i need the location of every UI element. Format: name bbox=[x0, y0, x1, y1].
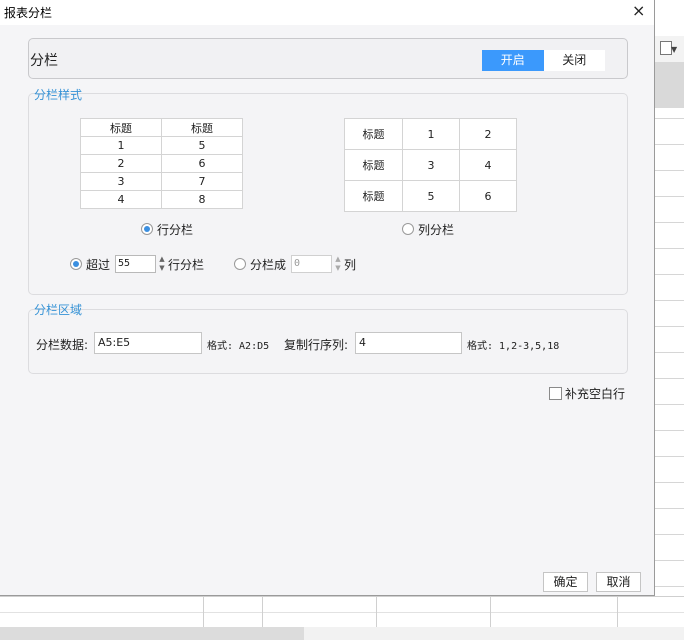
table-cell: 4 bbox=[80, 190, 162, 209]
row-split-radio[interactable] bbox=[141, 223, 153, 235]
table-cell: 标题 bbox=[344, 118, 403, 150]
table-cell: 标题 bbox=[80, 118, 162, 137]
col-split-radio[interactable] bbox=[402, 223, 414, 235]
dialog-title: 报表分栏 bbox=[4, 6, 53, 20]
fill-blank-label: 补充空白行 bbox=[565, 387, 626, 401]
spin-arrows-icon[interactable]: ▲ ▼ bbox=[333, 255, 343, 273]
row-split-preview-table: 标题 标题 15 26 37 48 bbox=[80, 118, 243, 209]
ok-button[interactable]: 确定 bbox=[543, 572, 588, 592]
copy-rows-format: 格式: 1,2-3,5,18 bbox=[467, 341, 560, 352]
table-cell: 6 bbox=[161, 154, 243, 173]
table-cell: 4 bbox=[459, 149, 517, 181]
table-cell: 6 bbox=[459, 180, 517, 212]
split-off-button[interactable]: 关闭 bbox=[543, 50, 605, 71]
table-cell: 标题 bbox=[344, 180, 403, 212]
table-cell: 标题 bbox=[344, 149, 403, 181]
split-into-value: 0 bbox=[294, 258, 301, 269]
table-cell: 2 bbox=[459, 118, 517, 150]
split-into-cols-radio[interactable] bbox=[234, 258, 246, 270]
spin-arrows-icon[interactable]: ▲ ▼ bbox=[157, 255, 167, 273]
close-icon[interactable]: × bbox=[632, 2, 645, 20]
table-cell: 3 bbox=[80, 172, 162, 191]
split-into-label: 分栏成 bbox=[250, 258, 287, 272]
split-into-suffix: 列 bbox=[344, 258, 357, 272]
table-cell: 5 bbox=[161, 136, 243, 155]
split-data-input[interactable]: A5:E5 bbox=[94, 332, 202, 354]
split-into-stepper[interactable]: 0 bbox=[291, 255, 332, 273]
table-cell: 2 bbox=[80, 154, 162, 173]
cancel-button[interactable]: 取消 bbox=[596, 572, 641, 592]
row-split-label: 行分栏 bbox=[157, 223, 194, 237]
col-split-label: 列分栏 bbox=[418, 223, 455, 237]
exceed-label: 超过 bbox=[86, 258, 111, 272]
copy-rows-label: 复制行序列: bbox=[284, 338, 349, 352]
exceed-rows-stepper[interactable]: 55 bbox=[115, 255, 156, 273]
title-bar: 报表分栏 × bbox=[0, 0, 654, 25]
split-label: 分栏 bbox=[30, 53, 58, 69]
report-column-dialog: 报表分栏 × 分栏 开启 关闭 分栏样式 标题 标题 15 26 37 48 标题… bbox=[0, 0, 655, 596]
table-cell: 8 bbox=[161, 190, 243, 209]
exceed-rows-radio[interactable] bbox=[70, 258, 82, 270]
split-toggle[interactable]: 开启 关闭 bbox=[482, 50, 605, 71]
table-cell: 5 bbox=[402, 180, 460, 212]
exceed-suffix: 行分栏 bbox=[168, 258, 205, 272]
split-data-label: 分栏数据: bbox=[36, 338, 89, 352]
split-area-heading: 分栏区域 bbox=[34, 303, 83, 317]
col-split-preview-table: 标题 1 2 标题 3 4 标题 5 6 bbox=[344, 118, 517, 212]
exceed-rows-value: 55 bbox=[118, 258, 131, 269]
split-data-format: 格式: A2:D5 bbox=[207, 341, 270, 352]
table-cell: 7 bbox=[161, 172, 243, 191]
table-cell: 1 bbox=[80, 136, 162, 155]
scrollbar-thumb[interactable] bbox=[0, 627, 304, 640]
split-style-heading: 分栏样式 bbox=[34, 88, 83, 102]
background-column-header bbox=[655, 62, 684, 108]
fill-blank-checkbox[interactable] bbox=[549, 387, 562, 400]
table-cell: 1 bbox=[402, 118, 460, 150]
split-on-button[interactable]: 开启 bbox=[482, 50, 544, 71]
table-cell: 标题 bbox=[161, 118, 243, 137]
chevron-down-icon: ▼ bbox=[671, 45, 678, 54]
table-cell: 3 bbox=[402, 149, 460, 181]
copy-rows-input[interactable]: 4 bbox=[355, 332, 462, 354]
